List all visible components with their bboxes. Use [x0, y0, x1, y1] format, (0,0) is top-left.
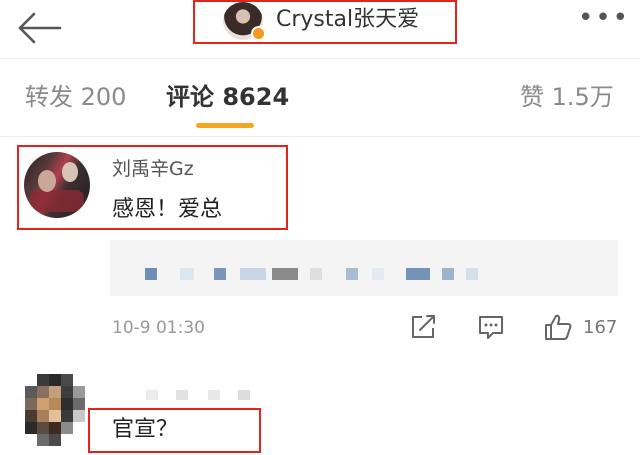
tab-like[interactable]: 赞 1.5万	[520, 80, 614, 114]
back-button[interactable]	[14, 8, 64, 48]
blurred-reply-text	[214, 268, 226, 280]
like-button[interactable]	[543, 312, 573, 342]
blurred-author-name	[208, 390, 220, 400]
comment-text: 感恩！爱总	[112, 197, 223, 222]
like-count: 167	[583, 317, 618, 338]
tab-comment[interactable]: 评论 8624	[166, 80, 289, 114]
comment-author[interactable]: 刘禹辛Gz	[112, 156, 194, 182]
divider	[0, 58, 640, 59]
blurred-reply-text	[406, 268, 430, 280]
blurred-reply-text	[240, 268, 266, 280]
verified-badge-icon	[251, 26, 266, 41]
arrow-left-icon	[18, 12, 62, 44]
thumbs-up-icon	[545, 314, 572, 340]
blurred-reply-text	[272, 268, 298, 280]
blurred-reply-text	[145, 268, 157, 280]
blurred-reply-text	[372, 268, 384, 280]
repost-icon	[412, 315, 435, 338]
divider	[0, 136, 640, 137]
blurred-author-name	[238, 390, 250, 400]
more-dots-icon: •••	[578, 3, 631, 33]
comment-text: 官宣？	[112, 417, 179, 442]
comment-icon	[479, 316, 503, 339]
comment-avatar[interactable]	[24, 152, 90, 218]
blurred-reply-text	[466, 268, 478, 280]
comment-avatar[interactable]	[25, 374, 85, 446]
blurred-author-name	[176, 390, 188, 400]
tab-repost[interactable]: 转发 200	[25, 80, 126, 114]
comment-timestamp: 10-9 01:30	[112, 318, 205, 338]
blurred-reply-text	[180, 268, 194, 280]
blurred-reply-text	[346, 268, 358, 280]
blurred-author-name	[146, 390, 158, 400]
repost-button[interactable]	[408, 312, 438, 342]
active-tab-indicator	[196, 123, 254, 128]
blurred-reply-text	[442, 268, 454, 280]
more-button[interactable]: •••	[578, 5, 628, 31]
page-title[interactable]: Crystal张天爱	[276, 5, 419, 35]
comment-button[interactable]	[476, 312, 506, 342]
blurred-reply-text	[310, 268, 322, 280]
